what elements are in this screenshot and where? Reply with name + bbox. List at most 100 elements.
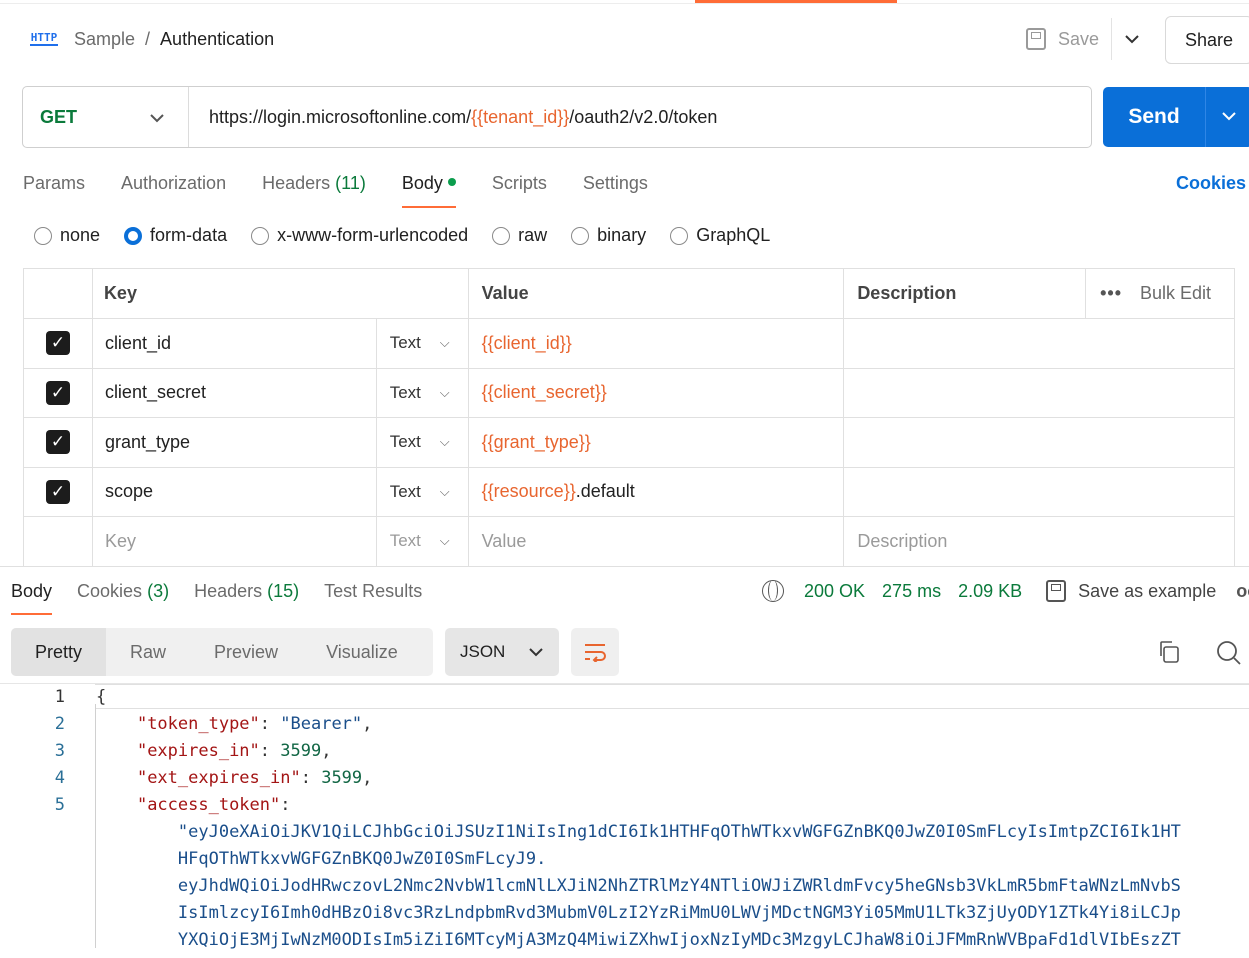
send-label: Send [1128,105,1180,128]
value-variable: {{resource}} [481,481,576,502]
response-tab-headers-count: (15) [267,581,300,601]
type-label: Text [389,481,421,501]
chevron-down-icon: ⌵ [439,533,450,549]
row-checkbox[interactable]: ✓ [45,331,70,356]
radio-x-www-form-urlencoded[interactable]: x-www-form-urlencoded [251,225,468,246]
response-divider[interactable] [0,566,1249,567]
tab-authorization[interactable]: Authorization [121,170,226,208]
more-options-icon[interactable]: ••• [1100,283,1122,304]
view-preview[interactable]: Preview [190,628,302,676]
tab-headers-count: (11) [335,173,366,193]
format-select[interactable]: JSON [445,628,559,676]
value-cell[interactable]: {{grant_type}} [469,418,845,467]
code-line-wrapped: HFqOThWTkxvWGFGZnBKQ0JwZ0I0SmFLcyJ9. [96,846,1249,873]
code-line-wrapped: IsImlzcyI6Imh0dHBzOi8vc3RzLndpbmRvd3Mubm… [96,900,1249,927]
column-header-key: Key [93,269,469,318]
chevron-down-icon: ⌵ [439,434,450,450]
http-icon: HTTP [30,31,58,46]
radio-binary[interactable]: binary [571,225,646,246]
response-tab-headers[interactable]: Headers (15) [194,578,299,615]
view-raw[interactable]: Raw [106,628,190,676]
url-input[interactable]: https://login.microsoftonline.com/{{tena… [189,107,717,128]
json-string: YXQiOjE3MjIwNzM0ODIsIm5iZiI6MTcyMjA3MzQ4… [177,930,1181,950]
response-tab-body[interactable]: Body [11,578,53,615]
wrap-lines-button[interactable] [571,628,619,676]
value-cell[interactable]: {{client_secret}} [469,368,845,417]
search-icon[interactable] [1216,640,1242,666]
table-row: ✓ scope Text ⌵ {{resource}} .default [24,467,1235,517]
radio-circle [571,226,590,245]
row-checkbox[interactable]: ✓ [45,479,70,504]
line-number: 4 [54,768,65,788]
json-key: "token_type" [136,714,260,734]
send-options-chevron-down-icon[interactable] [1206,108,1249,126]
line-number: 1 [54,687,65,707]
save-icon [1025,28,1046,50]
response-tab-cookies[interactable]: Cookies (3) [77,578,169,615]
tab-settings[interactable]: Settings [583,170,648,208]
response-tab-test-results[interactable]: Test Results [324,578,422,615]
send-button[interactable]: Send [1103,87,1249,147]
view-pretty[interactable]: Pretty [11,628,107,676]
description-input[interactable]: Description [844,517,1235,566]
description-cell[interactable] [844,418,1235,467]
value-input[interactable]: Value [469,517,845,566]
chevron-down-icon [529,644,544,660]
radio-form-data[interactable]: form-data [124,225,227,246]
bulk-edit-button[interactable]: ••• Bulk Edit [1086,269,1235,318]
description-cell[interactable] [844,319,1235,368]
json-string: IsImlzcyI6Imh0dHBzOi8vc3RzLndpbmRvd3Mubm… [177,903,1181,923]
type-select[interactable]: Text ⌵ [377,467,469,516]
share-button[interactable]: Share [1165,16,1249,64]
response-size[interactable]: 2.09 KB [958,581,1022,602]
radio-graphql[interactable]: GraphQL [670,225,770,246]
radio-circle [251,226,270,245]
method-select[interactable]: GET [23,87,189,147]
more-options-icon[interactable]: oo [1236,581,1249,602]
globe-icon[interactable] [762,580,784,602]
description-cell[interactable] [844,467,1235,516]
response-time[interactable]: 275 ms [882,581,941,602]
code-line: "ext_expires_in": 3599, [136,768,373,788]
key-cell[interactable]: client_secret [93,368,377,417]
radio-none[interactable]: none [34,225,100,246]
cookies-link[interactable]: Cookies [1176,173,1246,194]
key-cell[interactable]: scope [93,467,377,516]
description-cell[interactable] [844,368,1235,417]
value-cell[interactable]: {{resource}} .default [469,467,845,516]
response-tabs: Body Cookies (3) Headers (15) Test Resul… [11,578,447,615]
row-check-cell: ✓ [24,319,93,368]
wrap-lines-icon [585,644,606,662]
type-select[interactable]: Text ⌵ [377,517,469,566]
type-select[interactable]: Text ⌵ [377,418,469,467]
response-tab-cookies-label: Cookies [77,581,143,601]
response-body-editor[interactable]: 1 2 3 4 5 { "token_type": "Bearer", "exp… [0,684,1249,958]
tab-headers[interactable]: Headers (11) [262,170,366,208]
tab-scripts[interactable]: Scripts [492,170,547,208]
tab-body[interactable]: Body [401,170,456,208]
row-checkbox[interactable]: ✓ [45,380,70,405]
request-title[interactable]: Authentication [160,29,274,50]
status-code[interactable]: 200 OK [804,581,865,602]
type-select[interactable]: Text ⌵ [377,319,469,368]
copy-icon[interactable] [1158,640,1180,664]
row-checkbox[interactable]: ✓ [45,430,70,455]
key-cell[interactable]: grant_type [93,418,377,467]
breadcrumb-collection[interactable]: Sample [74,29,135,50]
key-cell[interactable]: client_id [93,319,377,368]
row-check-cell: ✓ [24,467,93,516]
response-tab-headers-label: Headers [194,581,263,601]
save-as-example-button[interactable]: Save as example [1046,580,1216,602]
view-visualize[interactable]: Visualize [302,628,422,676]
key-input[interactable]: Key [93,517,377,566]
json-string: "eyJ0eXAiOiJKV1QiLCJhbGciOiJSUzI1NiIsIng… [177,822,1181,842]
radio-raw[interactable]: raw [492,225,547,246]
save-button[interactable]: Save [1025,24,1099,54]
value-cell[interactable]: {{client_id}} [469,319,845,368]
value-suffix: .default [575,481,635,502]
radio-label: form-data [150,225,228,245]
tab-params[interactable]: Params [23,170,85,208]
type-select[interactable]: Text ⌵ [377,368,469,417]
save-options-chevron-down-icon[interactable] [1120,24,1144,54]
type-label: Text [389,382,421,402]
